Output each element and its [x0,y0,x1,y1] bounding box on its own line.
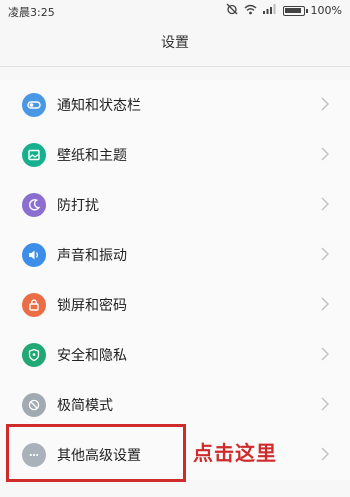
chevron-right-icon [321,297,330,311]
settings-item-label: 极简模式 [57,398,113,414]
settings-item-label: 声音和振动 [57,248,127,264]
alarm-off-icon [226,3,238,18]
chevron-right-icon [321,197,330,211]
compass-icon [22,393,46,417]
settings-item-notifications[interactable]: 通知和状态栏 [0,80,350,130]
moon-icon [22,193,46,217]
settings-item-label: 通知和状态栏 [57,98,141,114]
speaker-icon [22,243,46,267]
signal-icon [262,4,277,17]
chevron-right-icon [321,247,330,261]
chevron-right-icon [321,397,330,411]
chevron-right-icon [321,447,330,461]
status-bar: 凌晨3:25 100% [0,0,350,22]
settings-item-wallpaper[interactable]: 壁纸和主题 [0,130,350,180]
status-icons: 100% [226,3,342,18]
page-title: 设置 [161,35,189,51]
settings-item-lockscreen[interactable]: 锁屏和密码 [0,280,350,330]
shield-icon [22,343,46,367]
battery-icon [282,5,308,16]
battery-fill [284,7,301,13]
settings-item-label: 防打扰 [57,198,99,214]
toggle-icon [22,93,46,117]
chevron-right-icon [321,347,330,361]
lock-icon [22,293,46,317]
settings-item-label: 壁纸和主题 [57,148,127,164]
settings-item-security[interactable]: 安全和隐私 [0,330,350,380]
settings-item-label: 安全和隐私 [57,348,127,364]
wifi-icon [244,4,257,18]
settings-item-minimal-mode[interactable]: 极简模式 [0,380,350,430]
chevron-right-icon [321,97,330,111]
highlight-box [6,424,186,482]
chevron-right-icon [321,147,330,161]
settings-item-label: 锁屏和密码 [57,298,127,314]
annotation-text: 点击这里 [193,441,277,465]
status-time: 凌晨3:25 [8,6,55,19]
settings-list: 通知和状态栏 壁纸和主题 防打扰 声音和振动 锁屏和密码 安全和隐私 极简模式 … [0,80,350,480]
settings-item-sound[interactable]: 声音和振动 [0,230,350,280]
battery-percent: 100% [310,4,342,17]
header-divider [0,66,350,67]
picture-icon [22,143,46,167]
settings-item-do-not-disturb[interactable]: 防打扰 [0,180,350,230]
